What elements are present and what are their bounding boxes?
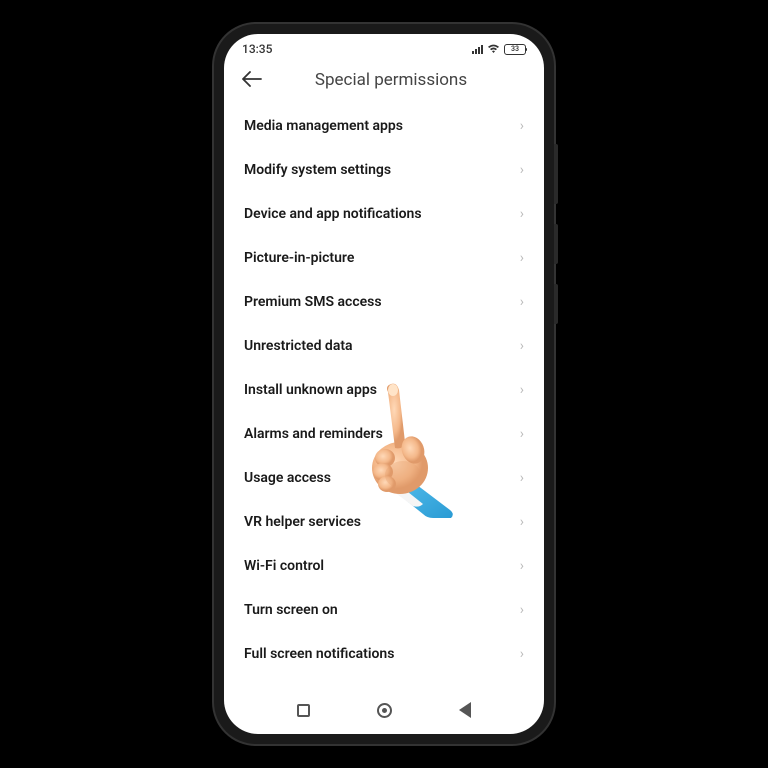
recent-apps-button[interactable]: [297, 704, 310, 717]
chevron-right-icon: ›: [520, 118, 524, 134]
navigation-bar: [224, 690, 544, 734]
permission-label: Media management apps: [244, 118, 403, 134]
permission-fullscreen-notifications[interactable]: Full screen notifications ›: [242, 632, 526, 676]
permission-pip[interactable]: Picture-in-picture ›: [242, 236, 526, 280]
chevron-right-icon: ›: [520, 162, 524, 178]
chevron-right-icon: ›: [520, 206, 524, 222]
back-nav-button[interactable]: [459, 702, 471, 718]
chevron-right-icon: ›: [520, 646, 524, 662]
volume-down-button: [554, 224, 558, 264]
chevron-right-icon: ›: [520, 514, 524, 530]
chevron-right-icon: ›: [520, 558, 524, 574]
permission-modify-system[interactable]: Modify system settings ›: [242, 148, 526, 192]
wifi-icon: [487, 44, 500, 54]
page-header: Special permissions: [224, 60, 544, 104]
chevron-right-icon: ›: [520, 426, 524, 442]
battery-icon: 33: [504, 44, 526, 55]
permission-alarms[interactable]: Alarms and reminders ›: [242, 412, 526, 456]
permission-label: Wi-Fi control: [244, 558, 324, 574]
chevron-right-icon: ›: [520, 602, 524, 618]
permission-media-management[interactable]: Media management apps ›: [242, 104, 526, 148]
permission-label: Usage access: [244, 470, 331, 486]
permission-turn-screen-on[interactable]: Turn screen on ›: [242, 588, 526, 632]
permissions-list[interactable]: Media management apps › Modify system se…: [224, 104, 544, 690]
chevron-right-icon: ›: [520, 470, 524, 486]
volume-up-button: [554, 144, 558, 204]
signal-icon: [472, 45, 483, 54]
permission-label: Full screen notifications: [244, 646, 394, 662]
home-button[interactable]: [377, 703, 392, 718]
permission-label: Unrestricted data: [244, 338, 353, 354]
permission-label: VR helper services: [244, 514, 361, 530]
permission-wifi-control[interactable]: Wi-Fi control ›: [242, 544, 526, 588]
status-bar: 13:35 33: [224, 34, 544, 60]
phone-screen: 13:35 33: [224, 34, 544, 734]
permission-premium-sms[interactable]: Premium SMS access ›: [242, 280, 526, 324]
permission-usage-access[interactable]: Usage access ›: [242, 456, 526, 500]
phone-frame: 13:35 33: [214, 24, 554, 744]
chevron-right-icon: ›: [520, 294, 524, 310]
chevron-right-icon: ›: [520, 382, 524, 398]
status-time: 13:35: [242, 42, 272, 56]
permission-label: Turn screen on: [244, 602, 338, 618]
permission-notifications[interactable]: Device and app notifications ›: [242, 192, 526, 236]
permission-unrestricted-data[interactable]: Unrestricted data ›: [242, 324, 526, 368]
permission-label: Install unknown apps: [244, 382, 377, 398]
permission-unknown-apps[interactable]: Install unknown apps ›: [242, 368, 526, 412]
permission-label: Picture-in-picture: [244, 250, 354, 266]
status-icons: 33: [472, 44, 526, 55]
chevron-right-icon: ›: [520, 338, 524, 354]
back-button[interactable]: [242, 70, 262, 90]
permission-label: Modify system settings: [244, 162, 391, 178]
permission-vr-helper[interactable]: VR helper services ›: [242, 500, 526, 544]
power-button: [554, 284, 558, 324]
permission-label: Alarms and reminders: [244, 426, 383, 442]
permission-label: Device and app notifications: [244, 206, 422, 222]
page-title: Special permissions: [286, 70, 496, 90]
battery-level: 33: [511, 45, 519, 53]
chevron-right-icon: ›: [520, 250, 524, 266]
permission-label: Premium SMS access: [244, 294, 382, 310]
